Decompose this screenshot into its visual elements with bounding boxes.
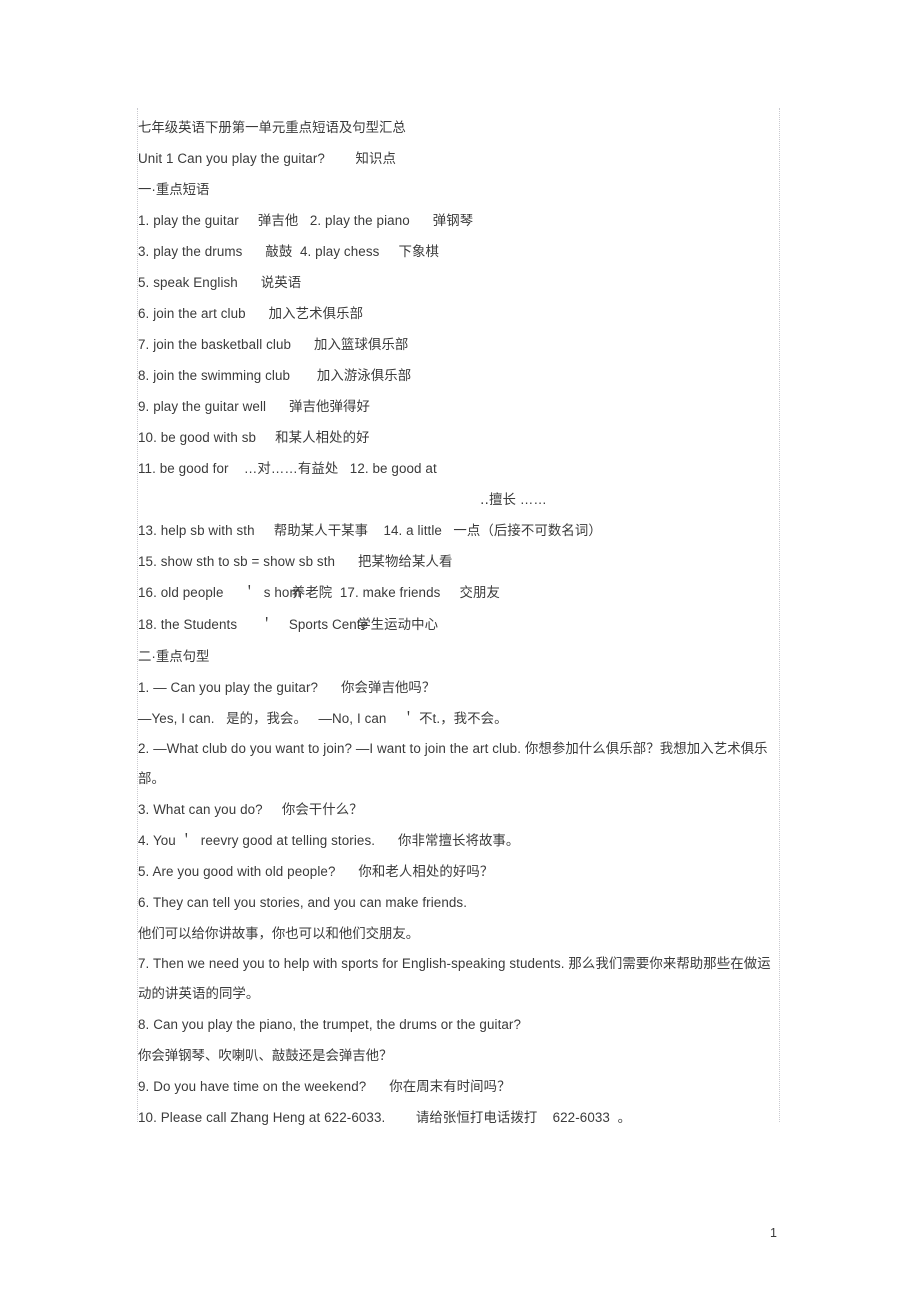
phrase-line-1: 1. play the guitar 弹吉他 2. play the piano… <box>138 213 474 228</box>
phrase-line-2: 3. play the drums 敲鼓 4. play chess 下象棋 <box>138 244 439 259</box>
phrase-line-6: 8. join the swimming club 加入游泳俱乐部 <box>138 368 412 383</box>
phrase-line-8: 10. be good with sb 和某人相处的好 <box>138 430 370 445</box>
sentence-4: 4. You ＇ reevry good at telling stories.… <box>138 833 520 848</box>
sentence-1-question: 1. — Can you play the guitar? 你会弹吉他吗？ <box>138 680 436 695</box>
document-title: 七年级英语下册第一单元重点短语及句型汇总 <box>138 120 406 135</box>
sentence-6-english: 6. They can tell you stories, and you ca… <box>138 895 468 910</box>
phrase-line-11: 15. show sth to sb = show sb sth 把某物给某人看 <box>138 554 453 569</box>
sentence-1-answers: —Yes, I can. 是的，我会。 —No, I can ＇ 不t.，我不会… <box>138 711 508 726</box>
phrase-line-18: 18. the Students ＇ Sports Cente学生运动中心 <box>138 609 782 641</box>
phrase-line-7: 9. play the guitar well 弹吉他弹得好 <box>138 399 370 414</box>
page-number: 1 <box>770 1226 777 1240</box>
phrase-line-9-translation: ‥擅长 …… <box>480 492 547 507</box>
phrase-line-4: 6. join the art club 加入艺术俱乐部 <box>138 306 364 321</box>
sentence-2: 2. —What club do you want to join? —I wa… <box>138 741 768 786</box>
sentence-5: 5. Are you good with old people? 你和老人相处的… <box>138 864 494 879</box>
section-heading-phrases: 一·重点短语 <box>138 182 210 197</box>
document-body: 七年级英语下册第一单元重点短语及句型汇总 Unit 1 Can you play… <box>138 112 782 1133</box>
phrase-18-latin: 18. the Students ＇ Sports Cente <box>138 617 369 632</box>
phrase-line-3: 5. speak English 说英语 <box>138 275 302 290</box>
phrase-17: 17. make friends 交朋友 <box>332 585 501 600</box>
phrase-18-overlap-translation: 学生运动中心 <box>357 618 439 633</box>
unit-heading: Unit 1 Can you play the guitar? 知识点 <box>138 151 396 166</box>
sentence-6-chinese: 他们可以给你讲故事，你也可以和他们交朋友。 <box>138 926 420 941</box>
sentence-10: 10. Please call Zhang Heng at 622-6033. … <box>138 1110 632 1125</box>
section-heading-sentences: 二·重点句型 <box>138 649 210 664</box>
sentence-7: 7. Then we need you to help with sports … <box>138 956 771 1001</box>
document-page: 七年级英语下册第一单元重点短语及句型汇总 Unit 1 Can you play… <box>0 0 920 1303</box>
sentence-9: 9. Do you have time on the weekend? 你在周末… <box>138 1079 511 1094</box>
sentence-3: 3. What can you do? 你会干什么？ <box>138 802 363 817</box>
phrase-line-10: 13. help sb with sth 帮助某人干某事 14. a littl… <box>138 523 602 538</box>
sentence-8-chinese: 你会弹钢琴、吹喇叭、敲鼓还是会弹吉他？ <box>138 1048 393 1063</box>
phrase-16-overlap-translation: 养老院 <box>291 586 333 601</box>
phrase-16-latin: 16. old people ＇ s hom <box>138 585 301 600</box>
sentence-8-english: 8. Can you play the piano, the trumpet, … <box>138 1017 522 1032</box>
phrase-line-9: 11. be good for …对……有益处 12. be good at <box>138 461 437 476</box>
phrase-line-16: 16. old people ＇ s hom养老院 17. make frien… <box>138 577 782 609</box>
phrase-line-5: 7. join the basketball club 加入篮球俱乐部 <box>138 337 409 352</box>
